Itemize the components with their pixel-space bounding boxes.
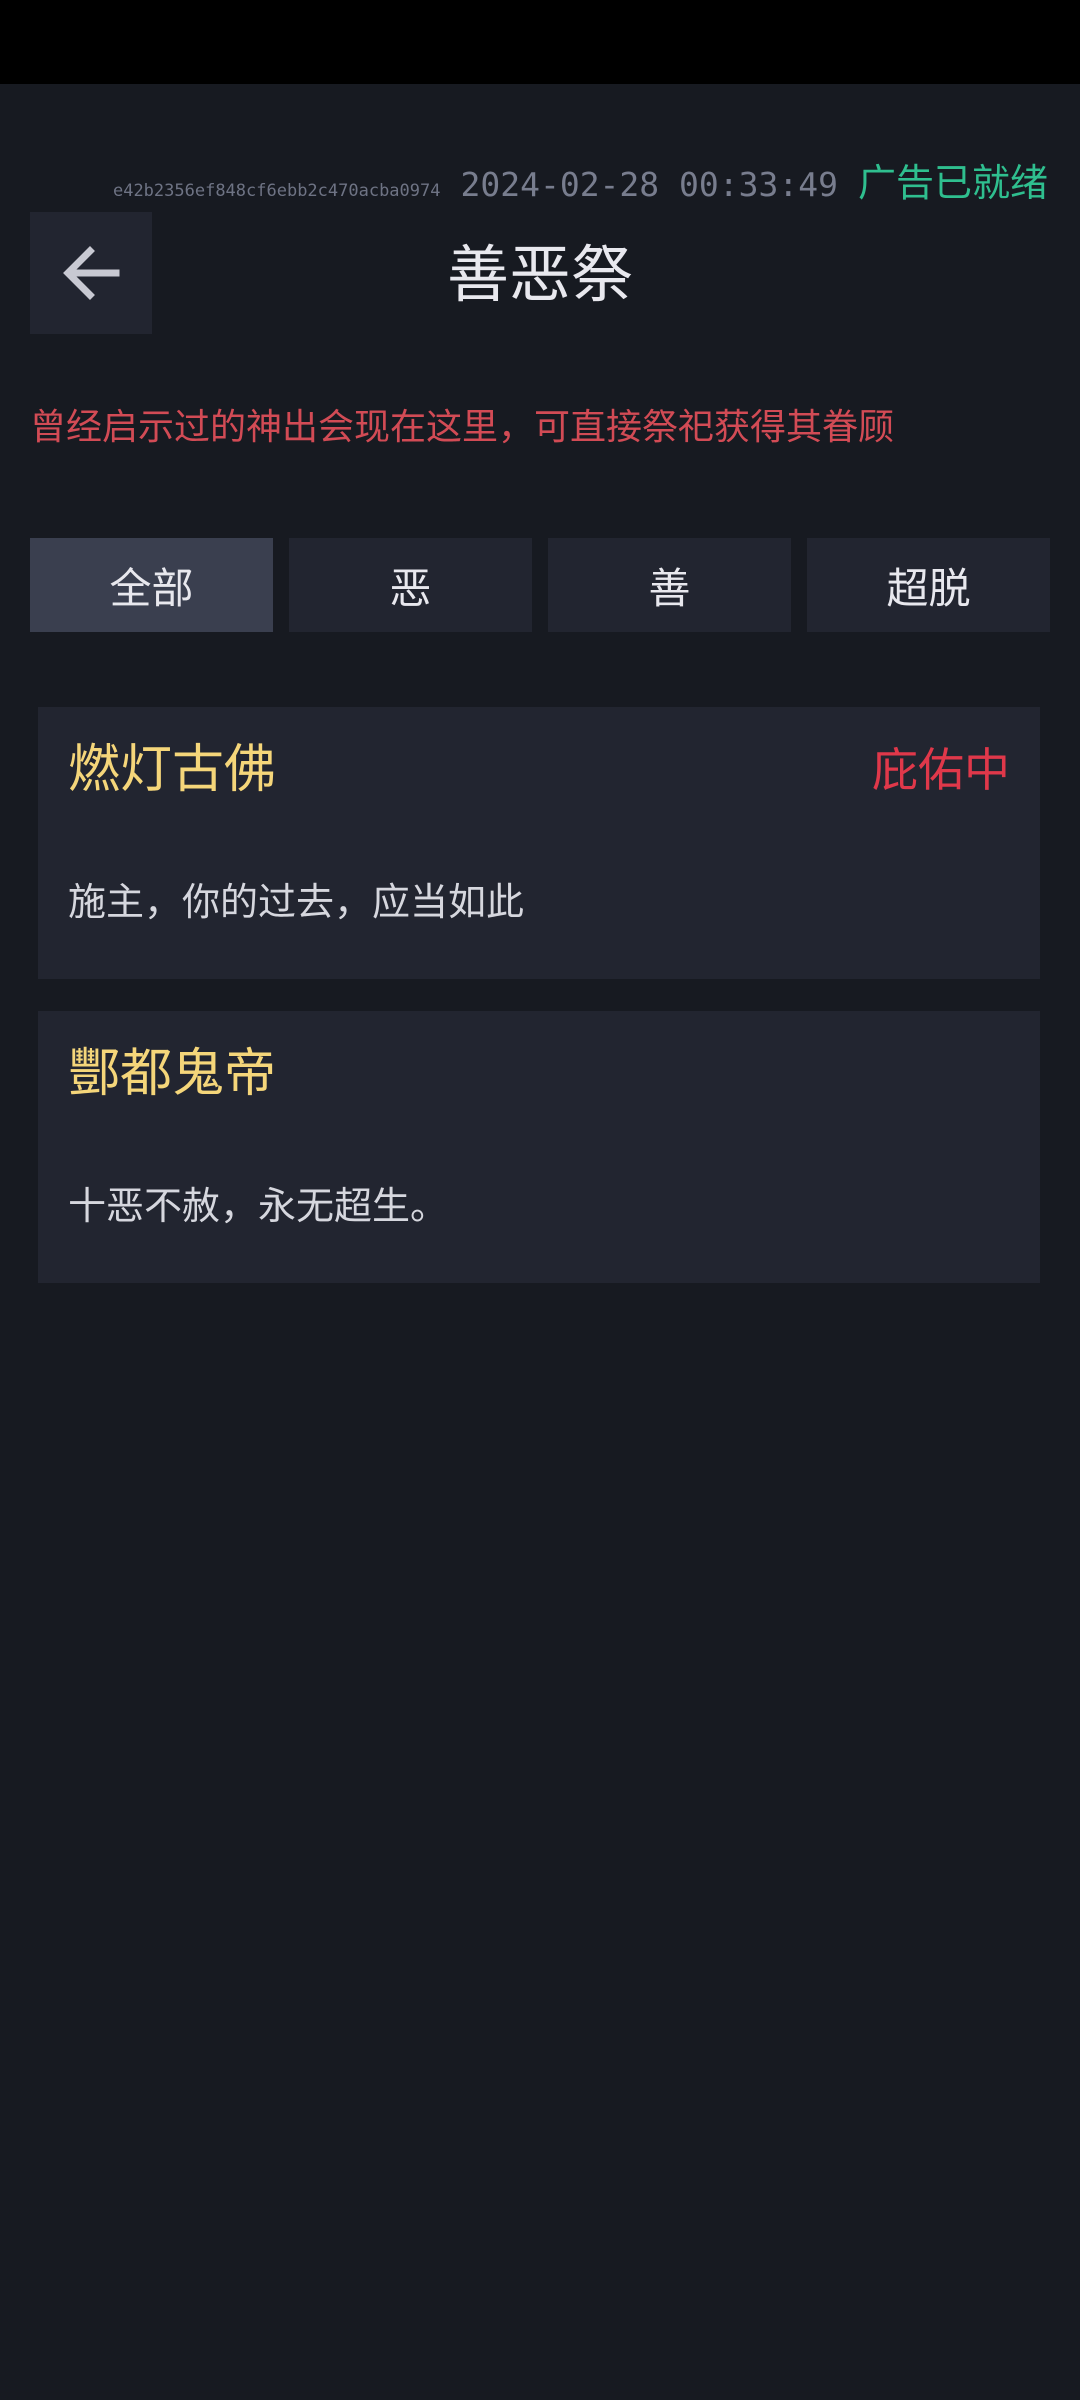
ad-status: 广告已就绪 [857, 161, 1048, 205]
status-bar [0, 0, 1080, 84]
deity-description: 施主，你的过去，应当如此 [68, 880, 525, 924]
notice-text: 曾经启示过的神出会现在这里，可直接祭祀获得其眷顾 [30, 407, 895, 448]
tab-evil[interactable]: 恶 [289, 538, 532, 632]
tab-transcend[interactable]: 超脱 [807, 538, 1050, 632]
deity-name: 燃灯古佛 [68, 740, 277, 800]
info-line: e42b2356ef848cf6ebb2c470acba0974 2024-02… [113, 152, 1048, 208]
deity-card[interactable]: 燃灯古佛 庇佑中 施主，你的过去，应当如此 [38, 707, 1040, 979]
filter-tabs: 全部 恶 善 超脱 [30, 538, 1050, 632]
page-title: 善恶祭 [446, 238, 633, 311]
deity-name: 酆都鬼帝 [68, 1044, 277, 1104]
deity-description: 十恶不赦，永无超生。 [68, 1184, 449, 1228]
device-id: e42b2356ef848cf6ebb2c470acba0974 [112, 181, 441, 201]
tab-all[interactable]: 全部 [30, 538, 273, 632]
blessing-badge: 庇佑中 [872, 743, 1010, 797]
timestamp: 2024-02-28 00:33:49 [460, 165, 838, 204]
tab-good[interactable]: 善 [548, 538, 791, 632]
deity-card[interactable]: 酆都鬼帝 十恶不赦，永无超生。 [38, 1011, 1040, 1283]
